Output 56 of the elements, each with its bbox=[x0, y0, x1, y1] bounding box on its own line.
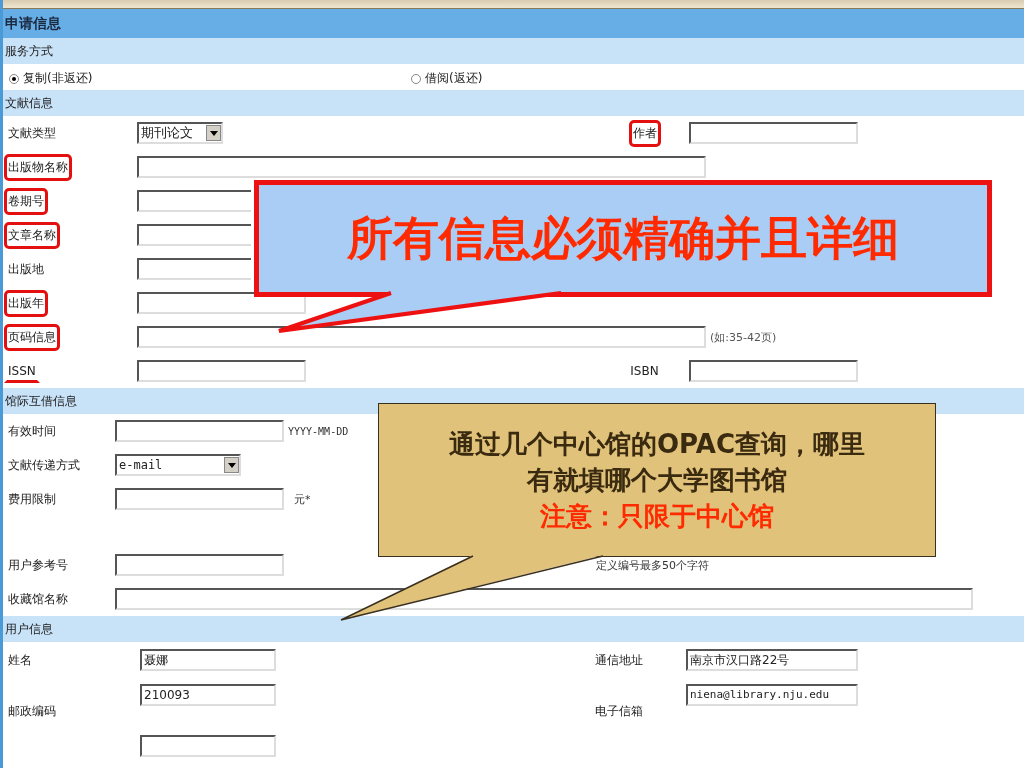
callout-text: 注意：只限于中心馆 bbox=[540, 500, 774, 533]
input-field[interactable] bbox=[137, 326, 706, 348]
section-title: 服务方式 bbox=[5, 42, 53, 60]
field-label: 文章名称 bbox=[4, 221, 60, 249]
field-label: 出版年 bbox=[4, 289, 48, 317]
field-label: 邮政编码 bbox=[7, 703, 57, 720]
callout-text: 有就填哪个大学图书馆 bbox=[527, 464, 787, 497]
radio-label[interactable]: 借阅(返还) bbox=[425, 70, 483, 87]
input-field[interactable] bbox=[137, 224, 251, 246]
dropdown[interactable]: e-mail bbox=[115, 454, 241, 476]
input-field[interactable] bbox=[115, 420, 284, 442]
field-hint: (如:35-42页) bbox=[710, 329, 777, 345]
field-label: 费用限制 bbox=[7, 490, 57, 508]
field-label: 通信地址 bbox=[594, 651, 644, 669]
radio-button[interactable] bbox=[411, 73, 421, 84]
field-label: 作者 bbox=[628, 119, 661, 147]
input-field[interactable]: niena@library.nju.edu bbox=[686, 684, 858, 706]
input-field[interactable] bbox=[689, 122, 858, 144]
field-label: 文献类型 bbox=[7, 124, 57, 142]
section-title: 馆际互借信息 bbox=[5, 392, 77, 410]
field-label: 文献传递方式 bbox=[7, 456, 81, 474]
field-label: ISBN bbox=[629, 363, 660, 380]
radio-label[interactable]: 复制(非返还) bbox=[23, 70, 93, 87]
input-field[interactable] bbox=[137, 292, 306, 314]
field-label: 页码信息 bbox=[4, 323, 60, 351]
input-field[interactable]: 聂娜 bbox=[140, 649, 276, 671]
input-field[interactable] bbox=[115, 554, 284, 576]
field-label: 出版物名称 bbox=[4, 153, 72, 181]
section-title: 文献信息 bbox=[5, 94, 53, 112]
field-hint: 元* bbox=[294, 491, 311, 507]
input-field[interactable] bbox=[137, 190, 251, 212]
field-label: 收藏馆名称 bbox=[7, 590, 69, 608]
radio-button[interactable] bbox=[9, 73, 19, 84]
input-field[interactable] bbox=[140, 735, 276, 757]
field-label: ISSN bbox=[4, 359, 40, 383]
section-title: 用户信息 bbox=[5, 620, 53, 638]
input-field[interactable] bbox=[137, 360, 306, 382]
dropdown[interactable]: 期刊论文 bbox=[137, 122, 223, 144]
field-label: 姓名 bbox=[7, 651, 33, 669]
field-label: 用户参考号 bbox=[7, 556, 69, 574]
field-hint: YYYY-MM-DD bbox=[288, 425, 349, 437]
input-field[interactable] bbox=[137, 258, 251, 280]
callout-text: 通过几个中心馆的OPAC查询，哪里 bbox=[449, 428, 865, 461]
field-label: 卷期号 bbox=[4, 187, 48, 215]
input-field[interactable] bbox=[115, 588, 973, 610]
callout-text: 所有信息必须精确并且详细 bbox=[347, 209, 899, 267]
input-field[interactable]: 南京市汉口路22号 bbox=[686, 649, 858, 671]
input-field[interactable]: 210093 bbox=[140, 684, 276, 706]
field-label: 电子信箱 bbox=[594, 703, 644, 720]
field-label: 出版地 bbox=[7, 260, 45, 278]
input-field[interactable] bbox=[115, 488, 284, 510]
field-hint: 定义编号最多50个字符 bbox=[596, 557, 709, 573]
input-field[interactable] bbox=[137, 156, 706, 178]
input-field[interactable] bbox=[689, 360, 858, 382]
form-title: 申请信息 bbox=[5, 14, 61, 33]
field-label: 有效时间 bbox=[7, 422, 57, 440]
